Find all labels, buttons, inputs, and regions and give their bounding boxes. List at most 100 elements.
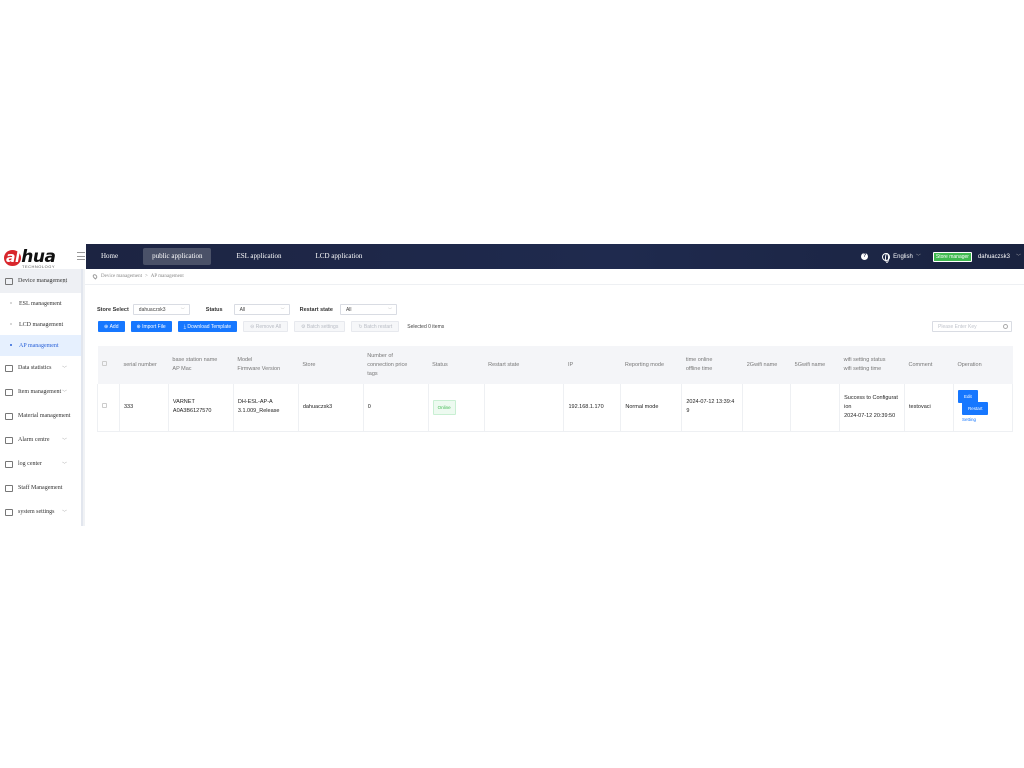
nav-lcd-application[interactable]: LCD application xyxy=(307,248,372,265)
sidebar-item-system-settings[interactable]: system settings ﹀ xyxy=(0,500,81,524)
top-right-tools: ? English ﹀ Store manager dahuaczsk3 ﹀ xyxy=(861,244,1021,269)
col-num-tags: Number of connection price tags xyxy=(363,346,429,384)
select-all-checkbox[interactable] xyxy=(101,360,107,366)
setting-link[interactable]: Setting xyxy=(962,415,976,424)
import-file-button[interactable]: ⊕ Import File xyxy=(130,321,172,332)
sidebar-item-log-center[interactable]: log center ﹀ xyxy=(0,452,81,476)
chevron-down-icon: ﹀ xyxy=(387,307,392,312)
cell-ip: 192.168.1.170 xyxy=(563,384,622,432)
nav-esl-application[interactable]: ESL application xyxy=(227,248,290,265)
cell-reporting-mode: Normal mode xyxy=(620,384,683,432)
download-template-button[interactable]: ⤓ Download Template xyxy=(177,321,238,332)
search-input[interactable]: Please Enter Key xyxy=(932,321,1012,332)
col-serial-number: serial number xyxy=(119,346,169,384)
add-button[interactable]: ⊕ Add xyxy=(98,321,125,332)
status-badge: Online xyxy=(432,399,456,415)
cell-store: dahuaczsk3 xyxy=(298,384,364,432)
chevron-down-icon: ﹀ xyxy=(915,254,921,260)
col-store: Store xyxy=(298,346,364,384)
batch-settings-button[interactable]: ⚙ Batch settings xyxy=(294,321,346,332)
folder-icon xyxy=(5,412,13,420)
chevron-down-icon[interactable]: ﹀ xyxy=(1016,253,1021,260)
chevron-up-icon: ︿ xyxy=(61,280,67,285)
sidebar-item-staff-management[interactable]: Staff Management xyxy=(0,476,81,500)
col-ip: IP xyxy=(563,346,621,384)
chevron-down-icon: ﹀ xyxy=(61,367,67,372)
dahua-logo: al hua TECHNOLOGY xyxy=(0,244,86,269)
app-window: al hua TECHNOLOGY Home public application… xyxy=(0,244,1024,526)
search-icon[interactable] xyxy=(1003,324,1008,329)
sidebar-item-item-management[interactable]: Item management ﹀ xyxy=(0,380,81,404)
remove-all-button[interactable]: ⊖ Remove All xyxy=(243,321,289,332)
chevron-down-icon: ﹀ xyxy=(61,439,67,444)
col-status: Status xyxy=(428,346,485,384)
table-header-row: serial number base station name AP Mac Mo… xyxy=(97,346,1013,384)
chevron-down-icon: ﹀ xyxy=(61,463,67,468)
col-operation: Operation xyxy=(953,346,1013,384)
user-icon xyxy=(5,484,13,492)
language-selector[interactable]: English ﹀ xyxy=(882,252,921,263)
cell-num-tags: 0 xyxy=(363,384,429,432)
chevron-down-icon: ﹀ xyxy=(61,511,67,516)
restart-button[interactable]: Restart xyxy=(961,402,989,415)
col-comment: Comment xyxy=(904,346,954,384)
cell-comment: testovaci xyxy=(904,384,954,432)
cell-time: 2024-07-12 13:39:4 9 xyxy=(681,384,744,432)
row-checkbox[interactable] xyxy=(102,402,107,408)
col-reporting-mode: Reporting mode xyxy=(620,346,682,384)
store-select-label: Store Select xyxy=(97,306,129,313)
sidebar: Device management ︿ ESL management LCD m… xyxy=(0,269,83,526)
breadcrumb: Device management > AP management xyxy=(85,269,1024,285)
status-select[interactable]: All ﹀ xyxy=(233,304,290,315)
col-model: Model Firmware Version xyxy=(233,346,299,384)
cell-2g-wifi xyxy=(742,384,792,432)
cell-serial: 333 xyxy=(119,384,169,432)
col-5g-wifi: 5Gwifi name xyxy=(790,346,840,384)
cell-restart-state xyxy=(484,384,565,432)
cell-status: Online xyxy=(428,384,485,432)
restart-state-select[interactable]: All ﹀ xyxy=(339,304,397,315)
store-select[interactable]: dahuaczsk3 ﹀ xyxy=(132,304,190,315)
sidebar-item-ap-management[interactable]: AP management xyxy=(0,335,81,356)
main-content: Device management > AP management Store … xyxy=(85,269,1024,526)
breadcrumb-item[interactable]: Device management xyxy=(101,274,142,279)
batch-restart-button[interactable]: ↻ Batch restart xyxy=(351,321,400,332)
selected-count: Selected 0 items xyxy=(407,323,445,330)
table-row: 333 VARNET A0A3B6127570 DH-ESL-AP-A 3.1.00… xyxy=(97,384,1014,432)
device-icon xyxy=(5,277,13,285)
col-base-station: base station name AP Mac xyxy=(168,346,234,384)
location-pin-icon xyxy=(91,273,99,280)
status-filter-label: Status xyxy=(205,306,223,313)
cell-model: DH-ESL-AP-A 3.1.009_Release xyxy=(233,384,299,432)
cell-base-station: VARNET A0A3B6127570 xyxy=(168,384,234,432)
sidebar-item-lcd-management[interactable]: LCD management xyxy=(0,314,81,335)
top-nav: Home public application ESL application … xyxy=(92,244,387,269)
cart-icon xyxy=(5,388,13,396)
sidebar-item-alarm-centre[interactable]: Alarm centre ﹀ xyxy=(0,428,81,452)
alarm-icon xyxy=(5,436,13,444)
breadcrumb-item: AP management xyxy=(150,274,184,279)
sidebar-item-data-statistics[interactable]: Data statistics ﹀ xyxy=(0,356,81,380)
menu-toggle-icon[interactable] xyxy=(77,252,85,260)
cell-wifi-setting: Success to Configurat ion 2024-07-12 20:39… xyxy=(839,384,906,432)
role-badge: Store manager xyxy=(932,251,972,262)
sidebar-item-material-management[interactable]: Material management xyxy=(0,404,81,428)
sidebar-item-esl-management[interactable]: ESL management xyxy=(0,293,81,314)
language-label: English xyxy=(893,253,913,260)
breadcrumb-separator: > xyxy=(144,274,148,279)
filter-bar: Store Select dahuaczsk3 ﹀ Status All ﹀ Res… xyxy=(97,304,397,315)
col-wifi-setting: wifi setting status wifi setting time xyxy=(839,346,905,384)
col-time: time online offline time xyxy=(681,346,743,384)
col-restart-state: Restart state xyxy=(484,346,564,384)
chevron-down-icon: ﹀ xyxy=(61,391,67,396)
sidebar-item-device-management[interactable]: Device management ︿ xyxy=(0,269,81,293)
nav-public-application[interactable]: public application xyxy=(143,248,212,265)
nav-home[interactable]: Home xyxy=(92,248,127,265)
globe-icon xyxy=(882,252,891,263)
cell-operation: Edit Restart Setting xyxy=(953,384,1014,432)
help-icon[interactable]: ? xyxy=(861,253,869,260)
ap-table: serial number base station name AP Mac Mo… xyxy=(97,346,1014,432)
username[interactable]: dahuaczsk3 xyxy=(978,254,1010,260)
col-2g-wifi: 2Gwifi name xyxy=(742,346,791,384)
chart-icon xyxy=(5,364,13,372)
